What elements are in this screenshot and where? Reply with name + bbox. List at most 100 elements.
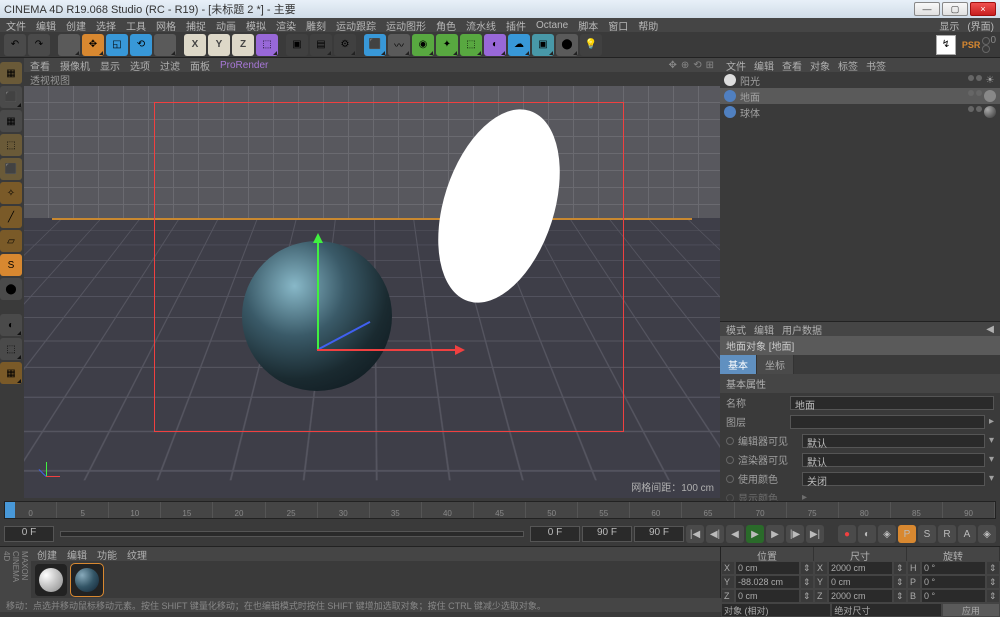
vp-nav2-icon[interactable]: ⊕ bbox=[681, 60, 689, 71]
prev-key-button[interactable]: ◀| bbox=[706, 525, 724, 543]
material-tag-icon[interactable] bbox=[984, 90, 996, 102]
mm-menu-function[interactable]: 功能 bbox=[97, 547, 117, 562]
mm-menu-texture[interactable]: 纹理 bbox=[127, 547, 147, 562]
minimize-button[interactable]: — bbox=[914, 2, 940, 16]
menu-mograph[interactable]: 运动图形 bbox=[386, 18, 426, 33]
next-key-button[interactable]: |▶ bbox=[786, 525, 804, 543]
mm-menu-create[interactable]: 创建 bbox=[37, 547, 57, 562]
material-thumb-selected[interactable] bbox=[71, 564, 103, 596]
layer-picker-icon[interactable]: ▸ bbox=[989, 416, 994, 427]
vp-menu-panel[interactable]: 面板 bbox=[190, 58, 210, 73]
object-manager[interactable]: 阳光 ☀ 地面 球体 bbox=[720, 72, 1000, 322]
keyframe-button[interactable]: ◈ bbox=[878, 525, 896, 543]
attrib-name-field[interactable]: 地面 bbox=[790, 396, 994, 410]
render-view-button[interactable]: ▣ bbox=[286, 34, 308, 56]
goto-start-button[interactable]: |◀ bbox=[686, 525, 704, 543]
edge-mode-button[interactable]: ╱ bbox=[0, 206, 22, 228]
menu-sculpt[interactable]: 雕刻 bbox=[306, 18, 326, 33]
key-pos-button[interactable]: P bbox=[898, 525, 916, 543]
coord-mode-dropdown[interactable]: 对象 (相对) bbox=[721, 603, 831, 617]
om-menu-edit[interactable]: 编辑 bbox=[754, 58, 774, 73]
record-button[interactable]: ● bbox=[838, 525, 856, 543]
menu-create[interactable]: 创建 bbox=[66, 18, 86, 33]
coord-rot-field[interactable]: 0 ° bbox=[921, 561, 986, 575]
psr-dot[interactable] bbox=[982, 37, 990, 45]
material-list[interactable] bbox=[31, 561, 720, 598]
workplane-button[interactable]: ⬚ bbox=[0, 134, 22, 156]
add-camera-button[interactable]: ▣ bbox=[532, 34, 554, 56]
viewport-3d[interactable]: 网格间距：100 cm bbox=[24, 86, 720, 498]
spinner-icon[interactable]: ⇕ bbox=[893, 589, 907, 603]
vp-nav1-icon[interactable]: ✥ bbox=[668, 60, 676, 71]
material-thumb[interactable] bbox=[35, 564, 67, 596]
am-menu-edit[interactable]: 编辑 bbox=[754, 322, 774, 337]
add-primitive-button[interactable]: ⬛ bbox=[364, 34, 386, 56]
live-update-button[interactable]: ↯ bbox=[936, 35, 956, 55]
key-pla-button[interactable]: ◈ bbox=[978, 525, 996, 543]
snap-button[interactable]: ⬚ bbox=[0, 338, 22, 360]
attrib-usecol-field[interactable]: 关闭 bbox=[802, 472, 985, 486]
coord-pos-field[interactable]: 0 cm bbox=[735, 589, 800, 603]
attrib-layer-field[interactable] bbox=[790, 415, 985, 429]
vis-dot[interactable] bbox=[968, 106, 974, 112]
om-menu-tags[interactable]: 标签 bbox=[838, 58, 858, 73]
menu-animate[interactable]: 动画 bbox=[216, 18, 236, 33]
vis-dot[interactable] bbox=[976, 106, 982, 112]
vp-menu-camera[interactable]: 摄像机 bbox=[60, 58, 90, 73]
menu-pipeline[interactable]: 流水线 bbox=[466, 18, 496, 33]
menu-simulate[interactable]: 模拟 bbox=[246, 18, 266, 33]
attrib-rdvis-field[interactable]: 默认 bbox=[802, 453, 985, 467]
add-spline-button[interactable]: 〰 bbox=[388, 34, 410, 56]
lock-x-button[interactable]: X bbox=[184, 34, 206, 56]
menu-script[interactable]: 脚本 bbox=[578, 18, 598, 33]
rotate-tool-button[interactable]: ⟲ bbox=[130, 34, 152, 56]
dropdown-icon[interactable]: ▾ bbox=[989, 473, 994, 484]
spinner-icon[interactable]: ⇕ bbox=[986, 589, 1000, 603]
add-deformer-button[interactable]: ◐ bbox=[484, 34, 506, 56]
om-menu-view[interactable]: 查看 bbox=[782, 58, 802, 73]
vis-dot[interactable] bbox=[968, 90, 974, 96]
key-param-button[interactable]: A bbox=[958, 525, 976, 543]
attrib-tab-basic[interactable]: 基本 bbox=[720, 355, 757, 374]
add-lightbulb-button[interactable]: 💡 bbox=[580, 34, 602, 56]
spinner-icon[interactable]: ⇕ bbox=[986, 575, 1000, 589]
dropdown-icon[interactable]: ▾ bbox=[989, 435, 994, 446]
anim-dot[interactable] bbox=[726, 437, 734, 445]
add-nurbs-button[interactable]: ✦ bbox=[436, 34, 458, 56]
apply-button[interactable]: 应用 bbox=[942, 603, 1000, 617]
frame-end-field[interactable]: 90 F bbox=[582, 526, 632, 542]
coord-size-field[interactable]: 0 cm bbox=[828, 575, 893, 589]
menu-character[interactable]: 角色 bbox=[436, 18, 456, 33]
vis-dot[interactable] bbox=[968, 75, 974, 81]
vp-menu-filter[interactable]: 过滤 bbox=[160, 58, 180, 73]
spinner-icon[interactable]: ⇕ bbox=[800, 589, 814, 603]
om-menu-file[interactable]: 文件 bbox=[726, 58, 746, 73]
am-menu-userdata[interactable]: 用户数据 bbox=[782, 322, 822, 337]
menu-snap[interactable]: 捕捉 bbox=[186, 18, 206, 33]
vp-menu-prorender[interactable]: ProRender bbox=[220, 60, 268, 71]
spinner-icon[interactable]: ⇕ bbox=[986, 561, 1000, 575]
add-array-button[interactable]: ⬚ bbox=[460, 34, 482, 56]
vis-dot[interactable] bbox=[976, 75, 982, 81]
menu-mesh[interactable]: 网格 bbox=[156, 18, 176, 33]
render-region-button[interactable]: ▤ bbox=[310, 34, 332, 56]
frame-max-field[interactable]: 90 F bbox=[634, 526, 684, 542]
add-environment-button[interactable]: ☁ bbox=[508, 34, 530, 56]
coord-rot-field[interactable]: 0 ° bbox=[921, 589, 986, 603]
coord-rot-field[interactable]: 0 ° bbox=[921, 575, 986, 589]
spinner-icon[interactable]: ⇕ bbox=[893, 575, 907, 589]
light-tag-icon[interactable]: ☀ bbox=[984, 75, 996, 86]
lock-y-button[interactable]: Y bbox=[208, 34, 230, 56]
spinner-icon[interactable]: ⇕ bbox=[800, 575, 814, 589]
coord-size-field[interactable]: 2000 cm bbox=[828, 561, 893, 575]
close-button[interactable]: × bbox=[970, 2, 996, 16]
coord-pos-field[interactable]: 0 cm bbox=[735, 561, 800, 575]
menu-file[interactable]: 文件 bbox=[6, 18, 26, 33]
make-editable-button[interactable]: ▦ bbox=[0, 62, 22, 84]
menu-octane[interactable]: Octane bbox=[536, 20, 568, 31]
coord-pos-field[interactable]: -88.028 cm bbox=[735, 575, 800, 589]
tweak-button[interactable]: ⬤ bbox=[0, 278, 22, 300]
psr-dot[interactable] bbox=[982, 45, 990, 53]
spinner-icon[interactable]: ⇕ bbox=[893, 561, 907, 575]
live-select-button[interactable] bbox=[58, 34, 80, 56]
